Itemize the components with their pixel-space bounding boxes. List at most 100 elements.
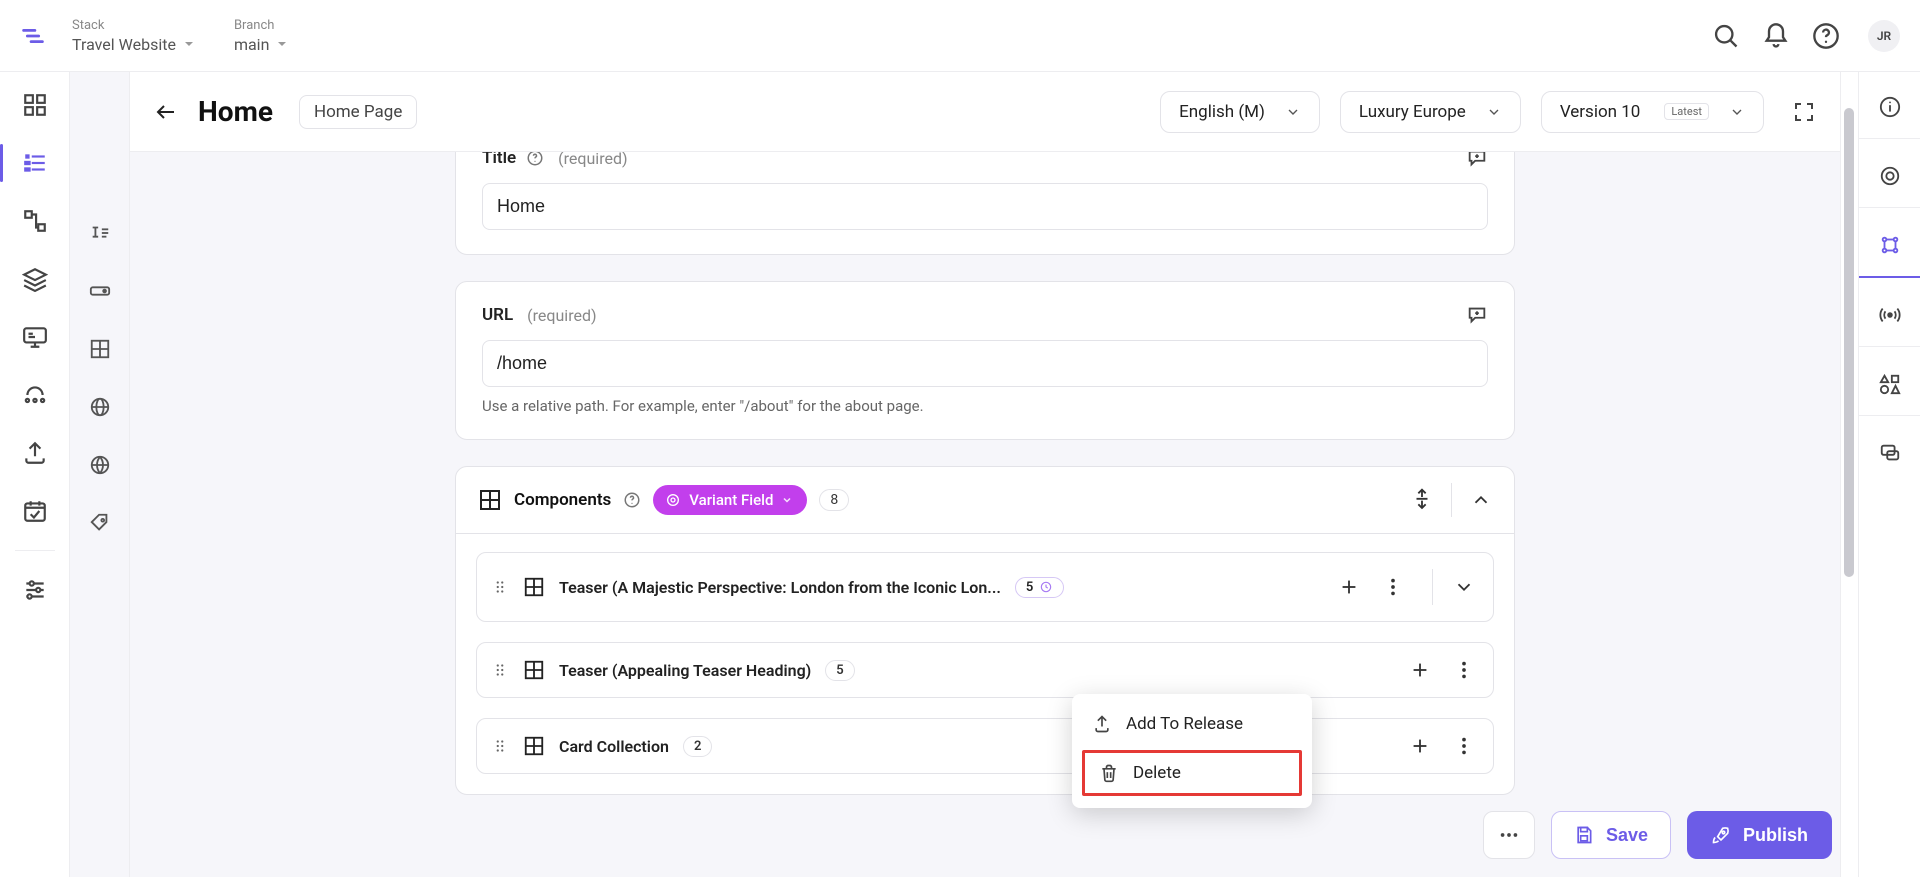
kebab-icon[interactable] <box>1453 659 1475 681</box>
version-value: Version 10 <box>1560 102 1641 122</box>
settings-icon[interactable] <box>22 577 48 603</box>
component-badge: 2 <box>683 736 712 757</box>
entries-icon[interactable] <box>22 150 48 176</box>
automation-icon[interactable] <box>22 382 48 408</box>
trash-icon <box>1099 763 1119 783</box>
variant-selector[interactable]: Luxury Europe <box>1340 91 1521 133</box>
menu-add-to-release[interactable]: Add To Release <box>1072 702 1312 746</box>
drag-icon[interactable] <box>491 578 509 596</box>
components-label: Components <box>514 490 611 510</box>
help-icon[interactable] <box>526 152 544 167</box>
scroll-thumb[interactable] <box>1844 108 1854 577</box>
save-button[interactable]: Save <box>1551 811 1671 859</box>
info-icon[interactable] <box>1879 96 1901 118</box>
save-icon <box>1574 825 1594 845</box>
component-title: Teaser (A Majestic Perspective: London f… <box>559 578 1001 597</box>
chevron-down-icon[interactable] <box>1453 576 1475 598</box>
chevron-down-icon <box>1486 104 1502 120</box>
monitor-icon[interactable] <box>22 324 48 350</box>
menu-delete[interactable]: Delete <box>1082 750 1302 796</box>
required-label: (required) <box>558 152 627 168</box>
branch-selector[interactable]: Branch main <box>234 18 287 54</box>
rocket-icon <box>1711 825 1731 845</box>
reorder-icon[interactable] <box>1411 486 1433 514</box>
fullscreen-icon[interactable] <box>1792 100 1816 124</box>
tag-icon[interactable] <box>89 512 111 534</box>
primary-nav <box>0 72 70 877</box>
title-input[interactable] <box>482 183 1488 230</box>
components-count: 8 <box>819 489 849 511</box>
content-type-tag: Home Page <box>299 95 417 129</box>
add-icon[interactable] <box>1409 735 1431 757</box>
chevron-down-icon <box>1285 104 1301 120</box>
shapes-icon[interactable] <box>1879 373 1901 395</box>
target-icon[interactable] <box>1879 165 1901 187</box>
locale-value: English (M) <box>1179 102 1265 122</box>
locale-selector[interactable]: English (M) <box>1160 91 1320 133</box>
comment-icon[interactable] <box>1466 152 1488 169</box>
workflow-icon[interactable] <box>1879 234 1901 256</box>
panel-icon[interactable] <box>89 280 111 302</box>
grid-icon <box>523 576 545 598</box>
drag-icon[interactable] <box>491 661 509 679</box>
field-title-label: Title <box>482 152 516 168</box>
url-input[interactable] <box>482 340 1488 387</box>
branch-label: Branch <box>234 18 287 33</box>
publish-button[interactable]: Publish <box>1687 811 1832 859</box>
field-url: URL (required) Use a relative path. For … <box>455 281 1515 440</box>
live-icon[interactable] <box>1879 304 1901 326</box>
calendar-icon[interactable] <box>22 498 48 524</box>
grid-icon <box>478 488 502 512</box>
back-button[interactable] <box>154 100 178 124</box>
menu-label: Delete <box>1133 763 1181 783</box>
variant-field-pill[interactable]: Variant Field <box>653 485 807 515</box>
search-icon[interactable] <box>1712 22 1740 50</box>
component-title: Card Collection <box>559 737 669 756</box>
more-button[interactable] <box>1483 811 1535 859</box>
grid-icon <box>523 659 545 681</box>
grid-icon[interactable] <box>89 338 111 360</box>
add-icon[interactable] <box>1338 576 1360 598</box>
help-icon[interactable] <box>1812 22 1840 50</box>
text-icon[interactable] <box>89 222 111 244</box>
version-selector[interactable]: Version 10 Latest <box>1541 91 1764 133</box>
chevron-down-icon <box>184 39 194 49</box>
chevron-down-icon <box>277 39 287 49</box>
stack-branch-selector: Stack Travel Website Branch main <box>72 18 287 54</box>
drag-icon[interactable] <box>491 737 509 755</box>
grid-icon <box>523 735 545 757</box>
entry-title: Home <box>198 95 273 128</box>
field-url-label: URL <box>482 305 513 325</box>
tree-icon[interactable] <box>22 208 48 234</box>
inspector-rail <box>1858 72 1920 877</box>
kebab-icon[interactable] <box>1382 576 1404 598</box>
bell-icon[interactable] <box>1762 22 1790 50</box>
url-hint: Use a relative path. For example, enter … <box>482 397 1488 415</box>
ellipsis-icon <box>1498 824 1520 846</box>
globe-alt-icon[interactable] <box>89 454 111 476</box>
variant-icon <box>665 492 681 508</box>
component-badge: 5 <box>825 660 854 681</box>
comment-icon[interactable] <box>1466 304 1488 326</box>
branch-value: main <box>234 35 269 54</box>
chat-icon[interactable] <box>1879 442 1901 464</box>
add-icon[interactable] <box>1409 659 1431 681</box>
component-row: Card Collection 2 <box>476 718 1494 774</box>
stack-selector[interactable]: Stack Travel Website <box>72 18 194 54</box>
stack-value: Travel Website <box>72 35 176 54</box>
chevron-down-icon <box>781 494 793 506</box>
globe-icon[interactable] <box>89 396 111 418</box>
upload-icon[interactable] <box>22 440 48 466</box>
user-avatar[interactable]: JR <box>1868 20 1900 52</box>
dashboard-icon[interactable] <box>22 92 48 118</box>
component-row: Teaser (A Majestic Perspective: London f… <box>476 552 1494 622</box>
help-icon[interactable] <box>623 491 641 509</box>
variant-pill-label: Variant Field <box>689 491 773 509</box>
layers-icon[interactable] <box>22 266 48 292</box>
scrollbar[interactable] <box>1840 72 1858 877</box>
chevron-down-icon <box>1729 104 1745 120</box>
app-logo[interactable] <box>18 21 48 51</box>
release-icon <box>1092 714 1112 734</box>
kebab-icon[interactable] <box>1453 735 1475 757</box>
collapse-icon[interactable] <box>1470 489 1492 511</box>
